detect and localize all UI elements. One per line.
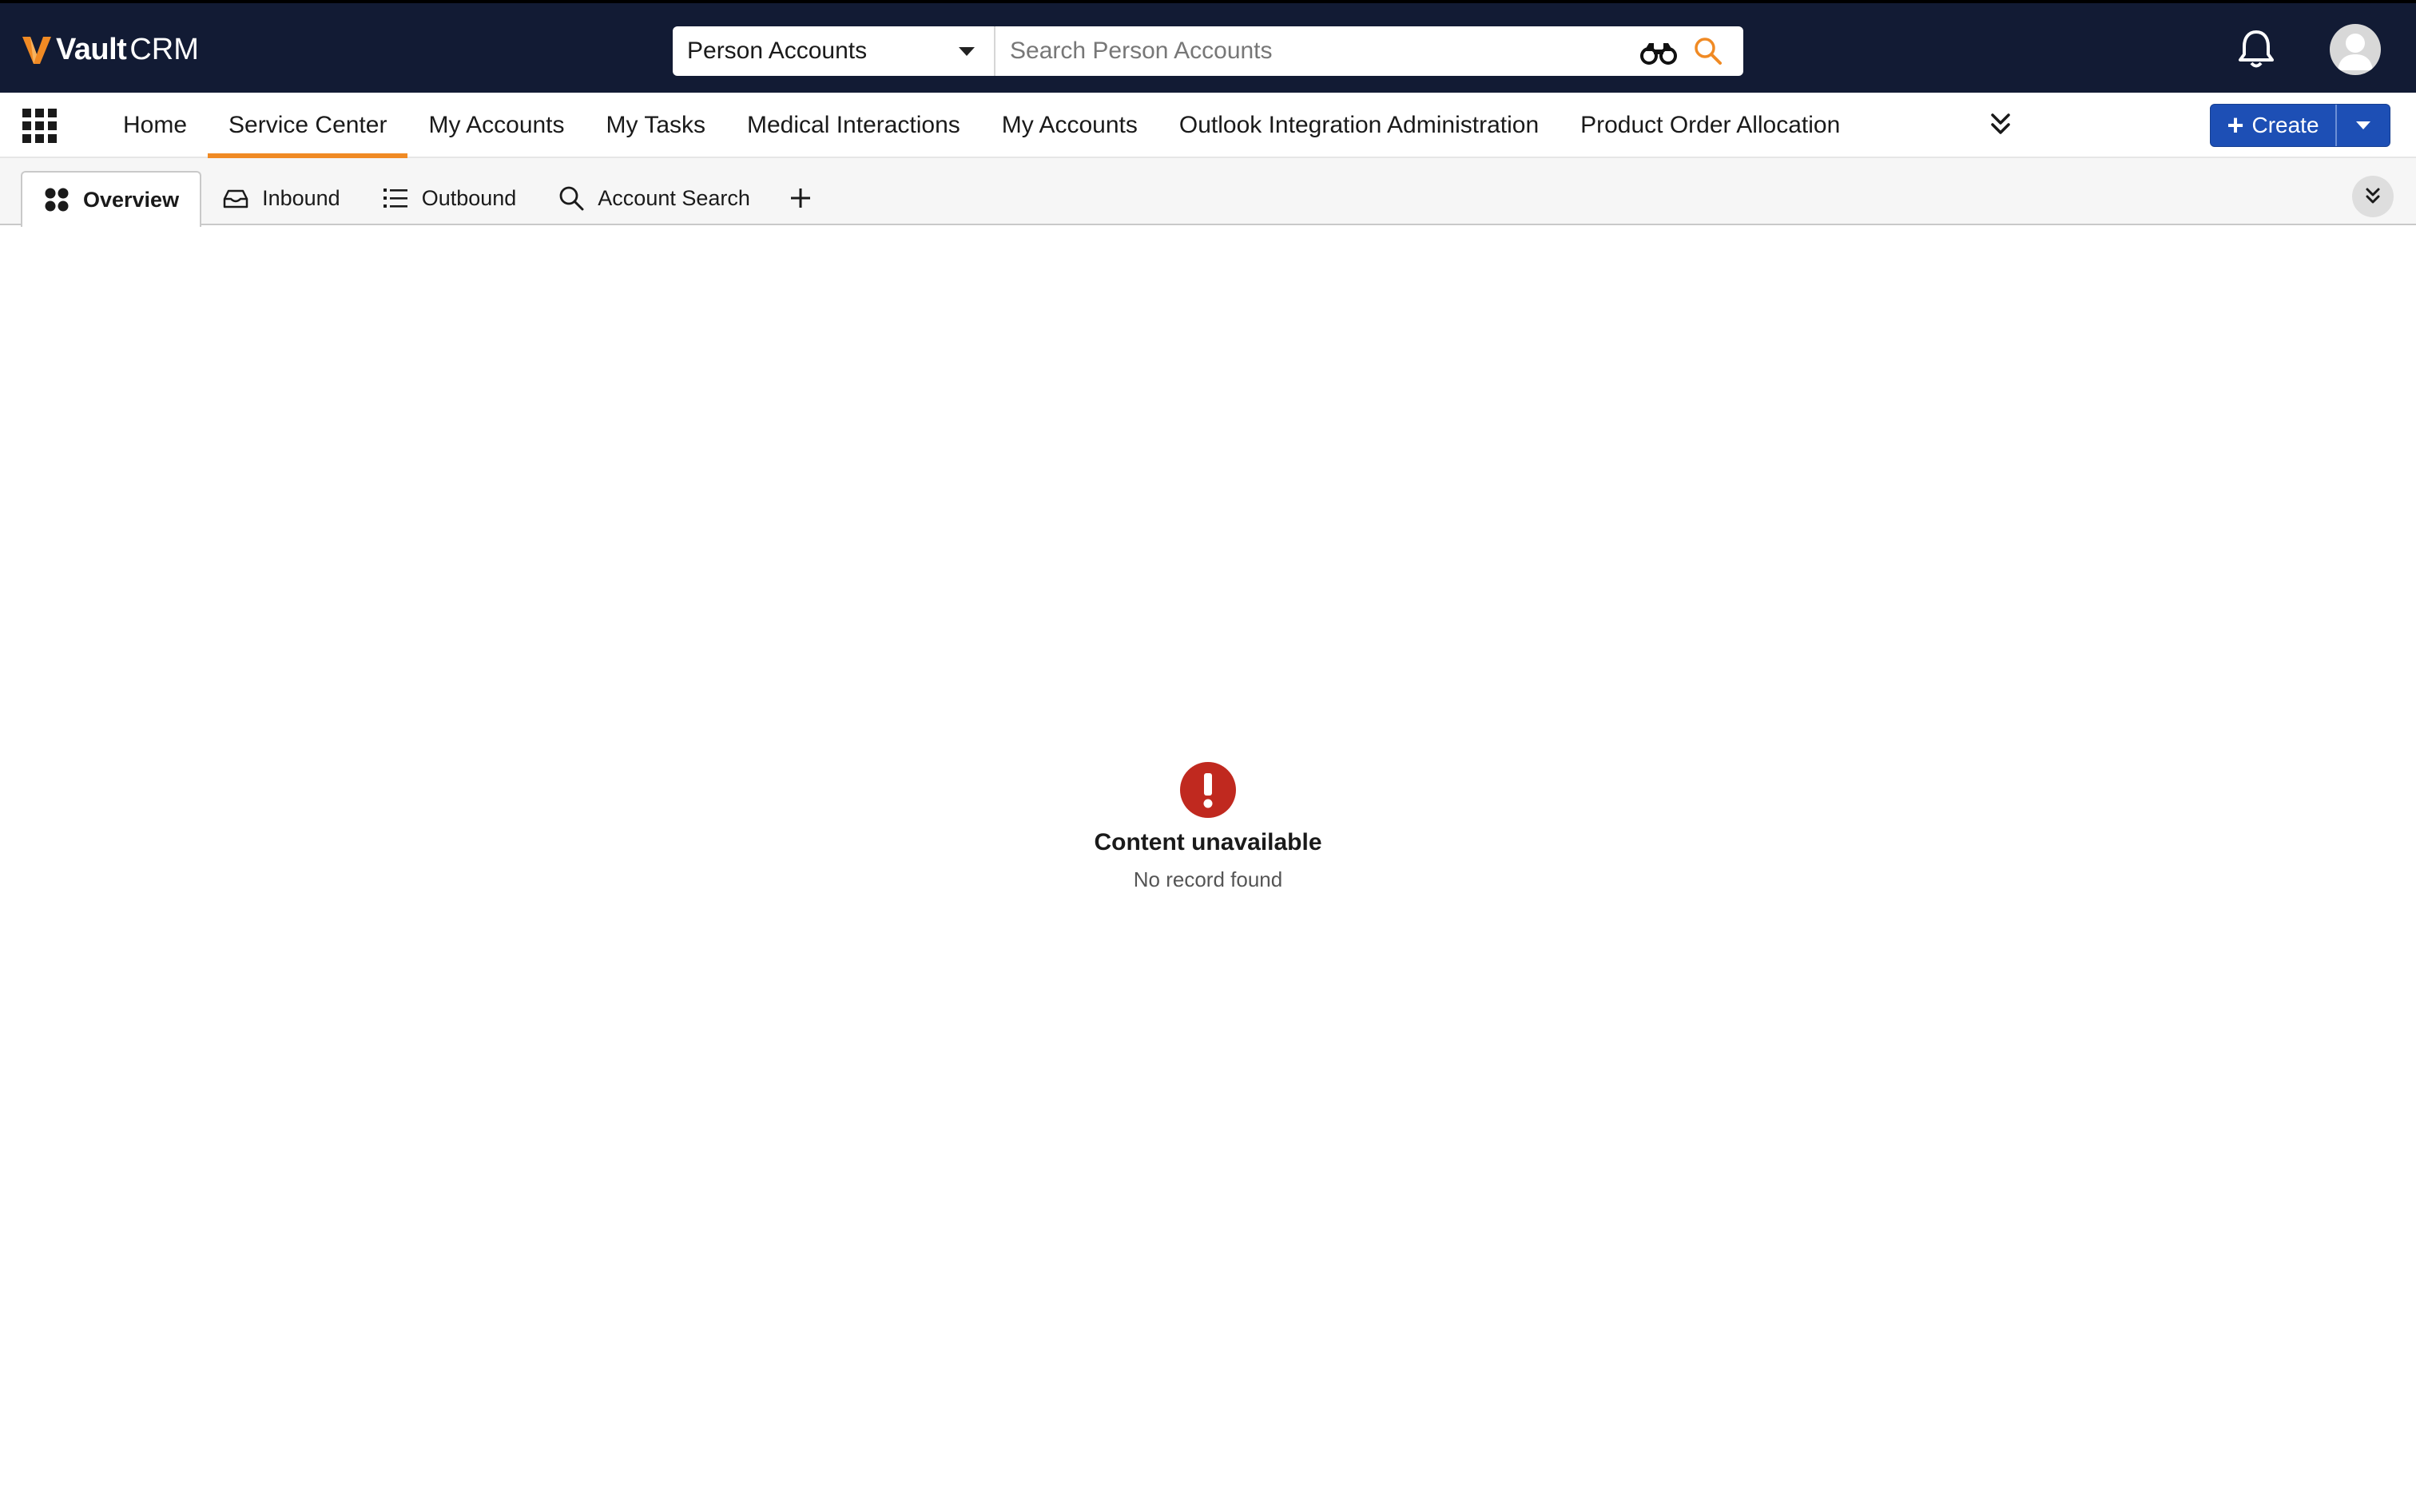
user-silhouette-icon — [2338, 34, 2373, 70]
create-button[interactable]: + Create — [2211, 105, 2337, 146]
nav-item-home[interactable]: Home — [102, 93, 208, 158]
brand-name-vault: Vault — [56, 32, 127, 66]
workspace-tabs: Overview Inbound Outbound Account Search — [21, 171, 830, 227]
tab-account-search[interactable]: Account Search — [537, 171, 771, 225]
nav-item-product-order-allocation[interactable]: Product Order Allocation — [1560, 93, 1861, 158]
double-chevron-down-icon — [2366, 188, 2380, 204]
nav-item-service-center[interactable]: Service Center — [208, 93, 408, 158]
plus-icon — [790, 189, 810, 208]
nav-item-my-tasks[interactable]: My Tasks — [586, 93, 726, 158]
binoculars-icon[interactable] — [1639, 35, 1678, 67]
tab-inbound[interactable]: Inbound — [201, 171, 361, 225]
inbox-icon — [223, 189, 248, 208]
main-navigation: Home Service Center My Accounts My Tasks… — [0, 93, 2416, 158]
plus-icon: + — [2227, 109, 2244, 141]
tab-account-search-label: Account Search — [598, 185, 750, 210]
error-exclamation-icon — [1180, 762, 1236, 818]
empty-state-title: Content unavailable — [1094, 829, 1322, 855]
brand-name-crm: CRM — [129, 32, 199, 66]
search-object-selected: Person Accounts — [687, 38, 868, 64]
nav-items: Home Service Center My Accounts My Tasks… — [102, 93, 1861, 158]
nav-item-medical-interactions[interactable]: Medical Interactions — [726, 93, 981, 158]
list-icon — [383, 189, 407, 208]
caret-down-icon — [2356, 121, 2370, 129]
global-search-bar: Person Accounts — [673, 26, 1743, 76]
empty-state: Content unavailable No record found — [1048, 762, 1368, 892]
search-icon — [559, 186, 584, 211]
double-chevron-down-icon[interactable] — [1985, 109, 2017, 141]
collapse-tabs-button[interactable] — [2352, 176, 2394, 217]
create-button-label: Create — [2251, 113, 2319, 137]
nav-item-outlook-integration-administration[interactable]: Outlook Integration Administration — [1158, 93, 1560, 158]
app-launcher-grid-icon[interactable] — [21, 107, 59, 145]
workspace-tab-bar: Overview Inbound Outbound Account Search — [0, 158, 2416, 227]
caret-down-icon — [959, 47, 975, 56]
tab-outbound[interactable]: Outbound — [361, 171, 538, 225]
vault-crm-logo[interactable]: Vault CRM — [21, 27, 199, 72]
search-input[interactable] — [995, 26, 1639, 76]
search-object-select[interactable]: Person Accounts — [673, 26, 995, 76]
tab-overview[interactable]: Overview — [21, 171, 202, 227]
nav-item-my-accounts-2[interactable]: My Accounts — [981, 93, 1158, 158]
tab-outbound-label: Outbound — [421, 185, 517, 210]
grid-dots-icon — [45, 188, 69, 212]
tab-inbound-label: Inbound — [262, 185, 340, 210]
create-split-button: + Create — [2210, 104, 2390, 147]
vault-v-logo-icon — [22, 37, 51, 64]
empty-state-subtitle: No record found — [1133, 867, 1283, 891]
bell-icon[interactable] — [2234, 27, 2279, 72]
nav-item-my-accounts[interactable]: My Accounts — [407, 93, 585, 158]
search-icon[interactable] — [1692, 35, 1724, 67]
exclamation-mark-icon — [1203, 773, 1213, 808]
user-avatar-icon[interactable] — [2330, 24, 2381, 75]
tab-overview-label: Overview — [83, 187, 180, 212]
add-tab-button[interactable] — [771, 171, 830, 225]
create-dropdown-button[interactable] — [2337, 105, 2390, 146]
top-header: Vault CRM Person Accounts — [0, 0, 2416, 93]
